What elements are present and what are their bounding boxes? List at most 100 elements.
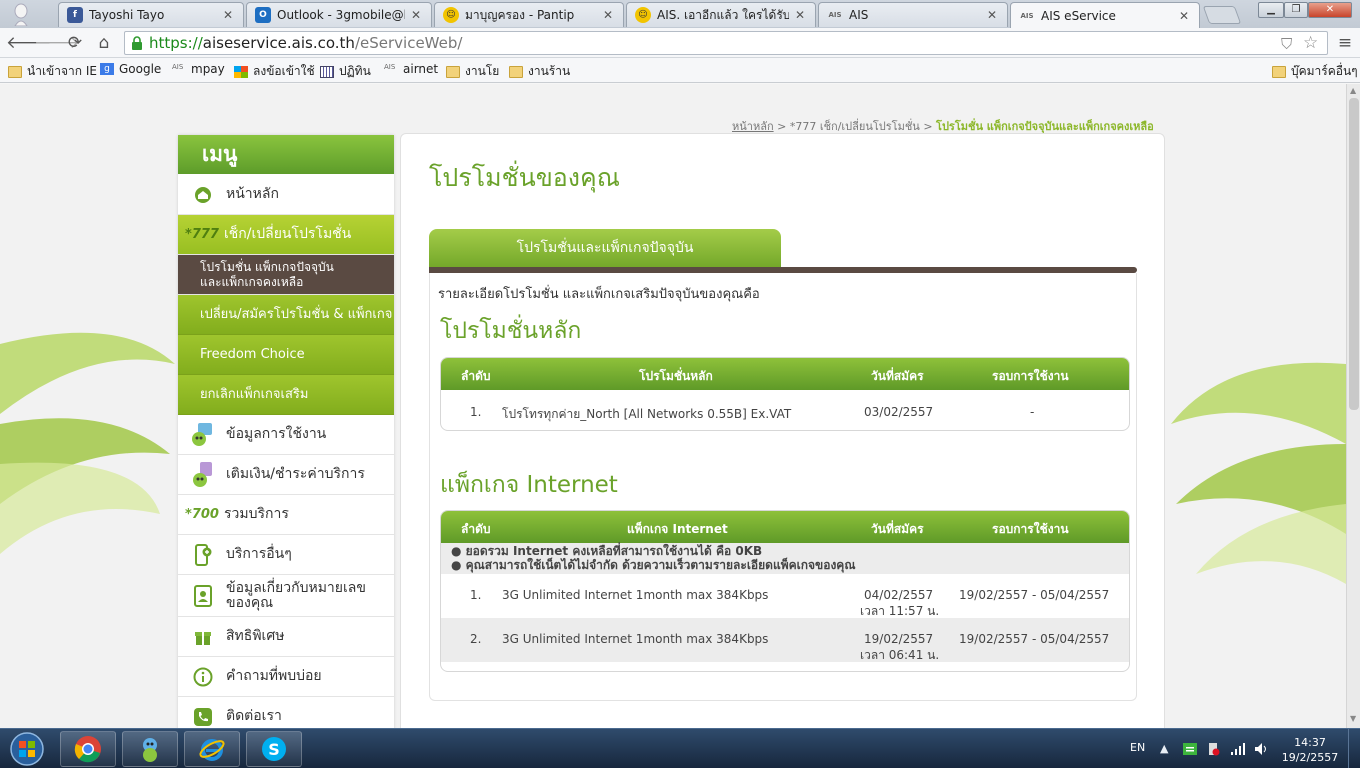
browser-tab-pantip-1[interactable]: ☺ มาบุญครอง - Pantip ✕ (434, 2, 624, 27)
topup-mascot-icon (188, 461, 218, 489)
table-row: 2. 3G Unlimited Internet 1month max 384K… (441, 618, 1129, 662)
breadcrumb-home-link[interactable]: หน้าหลัก (732, 120, 774, 133)
close-tab-icon[interactable]: ✕ (409, 8, 423, 22)
sidebar-item-usage[interactable]: ข้อมูลการใช้งาน (178, 415, 394, 455)
network-status-icon[interactable] (1182, 742, 1198, 759)
back-button[interactable]: 🡐 (6, 32, 52, 54)
windows-icon (234, 65, 248, 78)
close-tab-icon[interactable]: ✕ (1177, 9, 1191, 23)
close-tab-icon[interactable]: ✕ (985, 8, 999, 22)
skype-icon: S (262, 737, 286, 761)
bookmark-google[interactable]: g Google (100, 62, 161, 76)
folder-icon (1272, 65, 1286, 78)
bookmark-folder-shop[interactable]: งานร้าน (509, 62, 570, 81)
bookmark-folder-yo[interactable]: งานโย (446, 62, 499, 81)
close-tab-icon[interactable]: ✕ (601, 8, 615, 22)
browser-tab-ais[interactable]: AIS AIS ✕ (818, 2, 1008, 27)
bookmark-login[interactable]: ลงข้อเข้าใช้ (234, 62, 315, 81)
breadcrumb-promotion-link[interactable]: *777 เช็ก/เปลี่ยนโปรโมชั่น (790, 120, 920, 133)
star777-icon: *777 (185, 227, 219, 242)
breadcrumb-current: โปรโมชั่น แพ็กเกจปัจจุบันและแพ็กเกจคงเหล… (936, 120, 1154, 133)
scroll-up-icon[interactable]: ▲ (1350, 86, 1356, 95)
address-bar[interactable]: https://aiseservice.ais.co.th/eServiceWe… (124, 31, 1328, 55)
taskbar-internet-explorer[interactable] (184, 731, 240, 767)
gift-icon (188, 623, 218, 651)
sidebar-item-privileges[interactable]: สิทธิพิเศษ (178, 617, 394, 657)
ie-icon (199, 739, 225, 761)
scroll-down-icon[interactable]: ▼ (1350, 714, 1356, 723)
windows-taskbar: S EN ▲ 14:37 19/2/2557 (0, 728, 1360, 768)
volume-icon[interactable] (1254, 742, 1270, 759)
home-icon (188, 181, 218, 209)
ais-icon: AIS (172, 63, 184, 71)
new-tab-button[interactable] (1202, 6, 1242, 24)
start-button[interactable] (4, 730, 50, 768)
browser-tab-bar: f Tayoshi Tayo ✕ O Outlook - 3gmobile@ho… (0, 0, 1360, 28)
leaf-decoration-right (1171, 362, 1346, 584)
table-header: ลำดับ โปรโมชั่นหลัก วันที่สมัคร รอบการใช… (441, 358, 1129, 390)
sidebar-item-faq[interactable]: คำถามที่พบบ่อย (178, 657, 394, 697)
bookmarks-bar: นำเข้าจาก IE g Google AIS mpay ลงข้อเข้าใช… (0, 58, 1360, 83)
bookmark-other[interactable]: บุ๊คมาร์คอื่นๆ (1272, 62, 1358, 81)
folder-icon (446, 65, 460, 78)
minimize-button[interactable]: ▁ (1258, 2, 1284, 18)
taskbar-messenger[interactable] (122, 731, 178, 767)
show-hidden-icons[interactable]: ▲ (1160, 742, 1168, 755)
home-button[interactable]: ⌂ (93, 32, 115, 54)
outlook-icon: O (255, 7, 271, 23)
sidebar-item-home[interactable]: หน้าหลัก (178, 175, 394, 215)
sidebar-item-topup[interactable]: เติมเงิน/ชำระค่าบริการ (178, 455, 394, 495)
forward-button[interactable]: 🡒 (34, 32, 80, 54)
chrome-profile-icon[interactable] (6, 2, 36, 27)
signal-icon[interactable] (1230, 742, 1246, 759)
reload-button[interactable]: ⟳ (64, 32, 86, 54)
sidebar-item-number-info[interactable]: ข้อมูลเกี่ยวกับหมายเลขของคุณ (178, 575, 394, 617)
sidebar-item-contact[interactable]: ติดต่อเรา (178, 697, 394, 728)
menu-icon[interactable]: ≡ (1334, 32, 1356, 54)
bookmark-star-icon[interactable]: ☆ (1303, 32, 1318, 54)
taskbar-skype[interactable]: S (246, 731, 302, 767)
system-clock[interactable]: 14:37 19/2/2557 (1280, 735, 1340, 765)
language-indicator[interactable]: EN (1130, 741, 1145, 754)
sidebar-subitem-change-promotion[interactable]: เปลี่ยน/สมัครโปรโมชั่น & แพ็กเกจ (178, 295, 394, 335)
folder-icon (509, 65, 523, 78)
taskbar-chrome[interactable] (60, 731, 116, 767)
shield-icon[interactable]: ⛉ (1281, 33, 1292, 55)
sidebar-item-other-services[interactable]: บริการอื่นๆ (178, 535, 394, 575)
close-tab-icon[interactable]: ✕ (793, 8, 807, 22)
leaf-decoration-left (0, 332, 175, 554)
page-viewport: หน้าหลัก > *777 เช็ก/เปลี่ยนโปรโมชั่น > … (0, 84, 1346, 728)
usage-mascot-icon (188, 421, 218, 449)
scrollbar-thumb[interactable] (1349, 98, 1359, 410)
phone-icon (188, 703, 218, 729)
maximize-button[interactable]: ❐ (1284, 2, 1308, 18)
window-close-button[interactable]: ✕ (1308, 2, 1352, 18)
show-desktop-button[interactable] (1348, 729, 1360, 768)
phone-plus-icon (188, 541, 218, 569)
star700-icon: *700 (185, 507, 219, 522)
sidebar-item-check-promotion[interactable]: *777 เช็ก/เปลี่ยนโปรโมชั่น (178, 215, 394, 255)
browser-tab-facebook[interactable]: f Tayoshi Tayo ✕ (58, 2, 244, 27)
bookmark-import-ie[interactable]: นำเข้าจาก IE (8, 62, 97, 81)
ais-icon: AIS (384, 63, 396, 71)
sidebar-subitem-freedom-choice[interactable]: Freedom Choice (178, 335, 394, 375)
folder-icon (8, 65, 22, 78)
google-icon: g (100, 63, 114, 75)
browser-tab-pantip-2[interactable]: ☺ AIS. เอาอีกแล้ว ใครได้รับข้อ ✕ (626, 2, 816, 27)
tab-current-promotion[interactable]: โปรโมชั่นและแพ็กเกจปัจจุบัน (429, 229, 781, 267)
bookmark-mpay[interactable]: AIS mpay (172, 62, 225, 76)
battery-icon[interactable] (1206, 742, 1220, 759)
bookmark-airnet[interactable]: AIS airnet (384, 62, 438, 76)
browser-toolbar: 🡐 🡒 ⟳ ⌂ https://aiseservice.ais.co.th/eS… (0, 28, 1360, 58)
calendar-icon (320, 65, 334, 78)
sidebar-subitem-current-package[interactable]: โปรโมชั่น แพ็กเกจปัจจุบันและแพ็กเกจคงเหล… (178, 255, 394, 295)
browser-tab-outlook[interactable]: O Outlook - 3gmobile@hotm ✕ (246, 2, 432, 27)
pantip-icon: ☺ (443, 7, 459, 23)
page-scrollbar[interactable]: ▲ ▼ (1346, 84, 1360, 728)
browser-tab-ais-eservice[interactable]: AIS AIS eService ✕ (1010, 2, 1200, 28)
sidebar-item-all-services[interactable]: *700 รวมบริการ (178, 495, 394, 535)
info-icon (188, 663, 218, 691)
bookmark-calendar[interactable]: ปฏิทิน (320, 62, 371, 81)
sidebar-subitem-cancel-package[interactable]: ยกเลิกแพ็กเกจเสริม (178, 375, 394, 415)
close-tab-icon[interactable]: ✕ (221, 8, 235, 22)
